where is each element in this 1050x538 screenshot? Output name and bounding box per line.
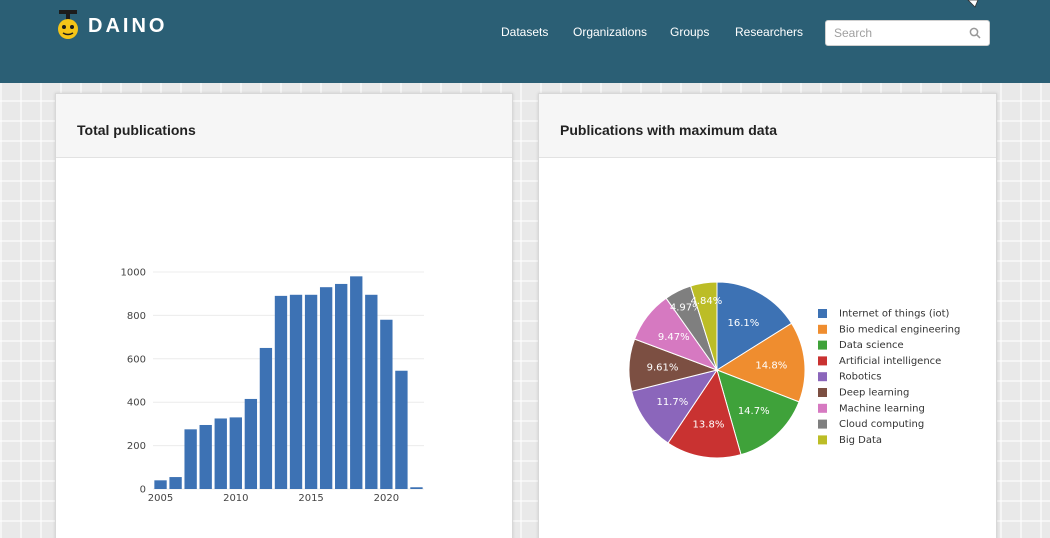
legend-label: Cloud computing [839, 419, 924, 430]
legend-swatch [818, 340, 827, 350]
bar [259, 347, 273, 489]
legend-label: Data science [839, 340, 904, 351]
y-tick-label: 400 [127, 398, 146, 409]
bar [244, 398, 258, 489]
y-tick-label: 800 [127, 311, 146, 322]
legend-label: Internet of things (iot) [839, 309, 950, 320]
legend-label: Deep learning [839, 388, 909, 399]
bar [289, 294, 303, 489]
legend-label: Bio medical engineering [839, 324, 960, 335]
legend-swatch [818, 356, 827, 366]
publications-pie-chart: 16.1%14.8%14.7%13.8%11.7%9.61%9.47%4.97%… [628, 281, 960, 459]
mouse-cursor-icon [967, 0, 979, 8]
pie-slice-label: 13.8% [693, 419, 725, 430]
legend-swatch [818, 435, 827, 445]
bar [365, 294, 378, 489]
bar [410, 487, 423, 489]
bar [319, 287, 333, 489]
pie-slice-label: 11.7% [656, 397, 688, 408]
bar [154, 480, 167, 489]
max-data-publications-panel: Publications with maximum data 16.1% 14.8… [538, 93, 997, 538]
nav-groups[interactable]: Groups [670, 25, 709, 39]
bar [184, 429, 197, 489]
legend-label: Robotics [839, 372, 882, 383]
search-icon[interactable] [969, 27, 981, 39]
bar [380, 319, 393, 489]
pie-slice-label: 4.84% [690, 296, 722, 307]
nav-organizations[interactable]: Organizations [573, 25, 647, 39]
site-header: DAINO Datasets Organizations Groups Rese… [0, 0, 1050, 83]
x-tick-label: 2010 [223, 493, 248, 504]
y-tick-label: 200 [127, 441, 146, 452]
nav-researchers[interactable]: Researchers [735, 25, 803, 39]
brand-name: DAINO [88, 14, 168, 37]
pie-slice-label: 9.47% [658, 332, 690, 343]
x-tick-label: 2015 [298, 493, 323, 504]
bar [274, 295, 288, 489]
y-tick-label: 600 [127, 354, 146, 365]
pie-slice-label: 16.1% [728, 318, 760, 329]
nav-datasets[interactable]: Datasets [501, 25, 548, 39]
bar [229, 417, 242, 489]
bar [395, 370, 408, 489]
pie-slice-label: 14.7% [738, 406, 770, 417]
pie-slice-label: 14.8% [755, 360, 787, 371]
y-tick-label: 1000 [121, 268, 146, 279]
x-tick-label: 2020 [374, 493, 399, 504]
legend-swatch [818, 324, 827, 334]
lightbulb-icon [58, 10, 78, 39]
search-box [825, 20, 990, 46]
y-tick-label: 0 [140, 485, 146, 496]
bar [350, 276, 363, 489]
bar [169, 477, 182, 489]
total-publications-panel: Total publications 0 200 400 600 800 1000 2005… [55, 93, 513, 538]
legend-label: Big Data [839, 435, 882, 446]
legend-label: Artificial intelligence [839, 356, 941, 367]
bar [214, 418, 227, 489]
publications-bar-chart: 0 200 400 600 800 1000 2005 2010 2015 2020 [121, 268, 424, 504]
legend-swatch [818, 388, 827, 397]
x-tick-label: 2005 [148, 493, 173, 504]
pie-slice-label: 9.61% [647, 362, 679, 373]
search-input[interactable] [826, 21, 966, 45]
bar [304, 294, 318, 489]
bar [199, 424, 212, 489]
site-logo[interactable]: DAINO [56, 10, 167, 42]
legend-swatch [818, 403, 827, 413]
legend-swatch [818, 419, 827, 429]
legend-swatch [818, 372, 827, 382]
legend-label: Machine learning [839, 403, 925, 414]
legend-swatch [818, 309, 827, 318]
bar [335, 283, 348, 489]
